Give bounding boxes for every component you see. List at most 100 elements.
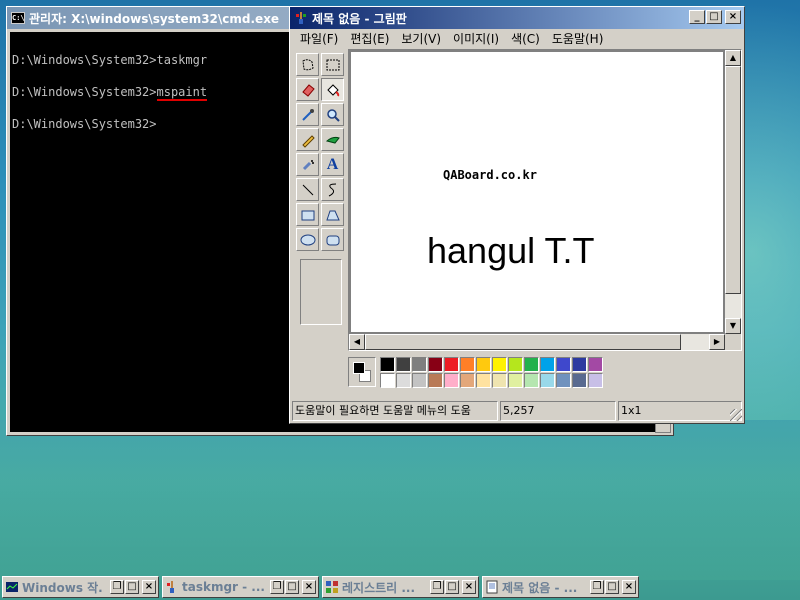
vertical-scrollbar[interactable]: ▲ ▼ (725, 50, 741, 334)
tool-line[interactable] (296, 178, 319, 201)
tool-airbrush[interactable] (296, 153, 319, 176)
vertical-scroll-thumb[interactable] (725, 66, 741, 294)
tool-pencil[interactable] (296, 128, 319, 151)
scroll-down-button[interactable]: ▼ (725, 318, 741, 334)
cmd-scroll-stub[interactable] (655, 423, 671, 433)
taskbar-3-maximize-button[interactable]: □ (445, 580, 459, 594)
resize-grip[interactable] (730, 409, 742, 421)
palette-swatch[interactable] (380, 357, 395, 372)
menu-view[interactable]: 보기(V) (395, 30, 447, 48)
palette-swatch[interactable] (412, 373, 427, 388)
taskbar-1-restore-button[interactable]: ❐ (110, 580, 124, 594)
scroll-left-button[interactable]: ◀ (349, 334, 365, 350)
taskbar-3-restore-button[interactable]: ❐ (430, 580, 444, 594)
palette-swatch[interactable] (540, 357, 555, 372)
palette-swatch[interactable] (428, 373, 443, 388)
palette-swatch[interactable] (556, 373, 571, 388)
cmd-title: 관리자: X:\windows\system32\cmd.exe (29, 11, 280, 26)
pencil-icon (301, 134, 315, 148)
menu-help[interactable]: 도움말(H) (546, 30, 610, 48)
tool-magnifier[interactable] (321, 103, 344, 126)
toolbox: A (296, 53, 344, 329)
taskbar-4-restore-button[interactable]: ❐ (590, 580, 604, 594)
paint-brush-icon (167, 581, 174, 593)
fill-bucket-icon (326, 83, 339, 96)
taskbar-label-1: Windows 작... (22, 580, 104, 595)
close-button[interactable]: × (725, 10, 741, 24)
palette-swatch[interactable] (572, 357, 587, 372)
taskbar-4-maximize-button[interactable]: □ (605, 580, 619, 594)
taskbar-item-notepad[interactable]: 제목 없음 - ... ❐ □ × (482, 576, 639, 598)
drawing-canvas[interactable]: QABoard.co.kr hangul T.T (351, 52, 723, 332)
palette-swatch[interactable] (412, 357, 427, 372)
taskbar-1-maximize-button[interactable]: □ (125, 580, 139, 594)
tool-eraser[interactable] (296, 78, 319, 101)
palette-swatch[interactable] (396, 357, 411, 372)
tool-rectangle[interactable] (296, 203, 319, 226)
tool-ellipse[interactable] (296, 228, 319, 251)
palette-swatch[interactable] (460, 357, 475, 372)
palette-swatch[interactable] (572, 373, 587, 388)
palette-swatch[interactable] (428, 357, 443, 372)
palette-swatch[interactable] (476, 373, 491, 388)
palette-swatch[interactable] (476, 357, 491, 372)
palette-swatch[interactable] (396, 373, 411, 388)
color-picker-icon (301, 108, 314, 121)
rectangle-icon (301, 210, 314, 220)
tool-text[interactable]: A (321, 153, 344, 176)
palette-swatch[interactable] (444, 373, 459, 388)
menu-file[interactable]: 파일(F) (294, 30, 344, 48)
notepad-icon (486, 580, 498, 594)
taskbar-2-restore-button[interactable]: ❐ (270, 580, 284, 594)
polygon-icon (325, 210, 340, 220)
horizontal-scrollbar[interactable]: ◀ ▶ (349, 334, 725, 350)
menu-image[interactable]: 이미지(I) (447, 30, 505, 48)
statusbar: 도움말이 필요하면 도움말 메뉴의 도움 5,257 1x1 (292, 401, 742, 421)
tool-polygon[interactable] (321, 203, 344, 226)
magnifier-icon (326, 108, 340, 122)
palette-swatch[interactable] (444, 357, 459, 372)
horizontal-scroll-thumb[interactable] (365, 334, 681, 350)
palette-swatch[interactable] (524, 357, 539, 372)
palette-swatch[interactable] (508, 373, 523, 388)
taskbar-2-maximize-button[interactable]: □ (285, 580, 299, 594)
palette-swatch[interactable] (380, 373, 395, 388)
taskbar-1-close-button[interactable]: × (142, 580, 156, 594)
taskbar-item-registry[interactable]: 레지스트리 ... ❐ □ × (322, 576, 479, 598)
tool-rect-select[interactable] (321, 53, 344, 76)
paint-titlebar[interactable]: 제목 없음 - 그림판 _ □ × (290, 7, 744, 29)
menu-edit[interactable]: 편집(E) (344, 30, 395, 48)
current-colors[interactable] (348, 357, 376, 387)
tool-fill-bucket[interactable] (321, 78, 344, 101)
tool-curve[interactable] (321, 178, 344, 201)
scroll-up-button[interactable]: ▲ (725, 50, 741, 66)
tool-free-select[interactable] (296, 53, 319, 76)
taskbar-4-close-button[interactable]: × (622, 580, 636, 594)
cmd-icon: C:\ (11, 12, 25, 24)
palette-swatch[interactable] (460, 373, 475, 388)
palette-swatch[interactable] (492, 357, 507, 372)
menu-color[interactable]: 색(C) (505, 30, 546, 48)
tool-options-panel[interactable] (300, 259, 342, 325)
taskbar-item-taskmgr[interactable]: taskmgr - ... ❐ □ × (162, 576, 319, 598)
minimize-button[interactable]: _ (689, 10, 705, 24)
tool-rounded-rect[interactable] (321, 228, 344, 251)
tool-color-picker[interactable] (296, 103, 319, 126)
palette-swatch[interactable] (588, 357, 603, 372)
tool-brush[interactable] (321, 128, 344, 151)
scroll-right-button[interactable]: ▶ (709, 334, 725, 350)
canvas-text-small: QABoard.co.kr (443, 168, 537, 182)
scrollbar-corner (725, 334, 741, 350)
palette-swatch[interactable] (524, 373, 539, 388)
palette-swatch[interactable] (556, 357, 571, 372)
maximize-button[interactable]: □ (706, 10, 722, 24)
taskbar-item-task-manager[interactable]: Windows 작... ❐ □ × (2, 576, 159, 598)
palette-swatch[interactable] (508, 357, 523, 372)
palette-swatch[interactable] (492, 373, 507, 388)
foreground-color[interactable] (353, 362, 365, 374)
palette-swatch[interactable] (588, 373, 603, 388)
paint-window[interactable]: 제목 없음 - 그림판 _ □ × 파일(F) 편집(E) 보기(V) 이미지(… (289, 6, 745, 424)
taskbar-3-close-button[interactable]: × (462, 580, 476, 594)
taskbar-2-close-button[interactable]: × (302, 580, 316, 594)
palette-swatch[interactable] (540, 373, 555, 388)
